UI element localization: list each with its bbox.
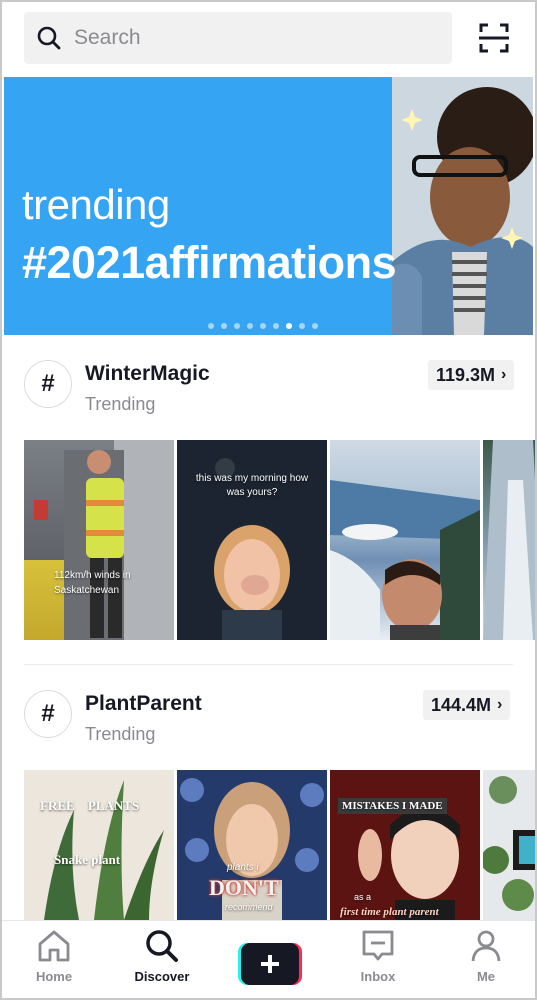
video-thumbnail[interactable] xyxy=(483,440,537,640)
video-thumbnail[interactable] xyxy=(330,440,480,640)
thumbnail-caption: Snake plant xyxy=(54,852,121,867)
carousel-dot[interactable] xyxy=(234,323,240,329)
video-thumbnail[interactable]: FREE PLANTS Snake plant xyxy=(24,770,174,920)
view-count: 144.4M xyxy=(431,694,492,715)
search-icon xyxy=(146,930,178,962)
search-input[interactable] xyxy=(74,26,394,50)
home-icon xyxy=(38,930,70,962)
video-thumbnail[interactable]: plants i DON'T recommend xyxy=(177,770,327,920)
inbox-icon xyxy=(362,930,394,961)
video-thumbnail[interactable]: MISTAKES I MADE as a first time plant pa… xyxy=(330,770,480,920)
thumbnail-caption: DON'T xyxy=(209,875,279,900)
video-thumbnail[interactable]: this was my morning how was yours? xyxy=(177,440,327,640)
chevron-right-icon: › xyxy=(497,696,503,713)
thumbnail-caption: this was my morning how was yours? xyxy=(195,473,309,498)
carousel-dot[interactable] xyxy=(221,323,227,329)
search-bar[interactable] xyxy=(24,12,452,64)
top-bar xyxy=(0,0,537,77)
search-icon xyxy=(36,25,62,51)
thumbnail-caption: plants i xyxy=(227,862,259,873)
view-count-button[interactable]: 119.3M › xyxy=(428,360,515,390)
create-button[interactable] xyxy=(238,943,302,985)
banner-subtitle: trending xyxy=(22,181,170,228)
hashtag-subtitle: Trending xyxy=(85,724,156,744)
chevron-right-icon: › xyxy=(501,366,507,383)
nav-label: Discover xyxy=(134,969,190,984)
trending-banner[interactable]: trending #2021affirmations xyxy=(4,77,533,335)
plus-icon xyxy=(238,943,302,985)
thumbnail-caption: recommend xyxy=(225,902,273,912)
thumbnail-caption: first time plant parent xyxy=(340,906,439,918)
scan-qr-icon[interactable] xyxy=(478,22,510,54)
nav-label: Inbox xyxy=(360,969,396,984)
nav-inbox[interactable]: Inbox xyxy=(338,929,418,984)
hashtag-title[interactable]: WinterMagic xyxy=(85,362,210,386)
hashtag-section-plantparent: # PlantParent Trending 144.4M › FREE PLA… xyxy=(0,666,537,920)
video-thumbnail[interactable] xyxy=(483,770,537,920)
view-count: 119.3M xyxy=(436,364,496,385)
nav-home[interactable]: Home xyxy=(14,929,94,984)
hashtag-icon: # xyxy=(24,690,72,738)
carousel-dot[interactable] xyxy=(286,323,292,329)
hashtag-section-wintermagic: # WinterMagic Trending 119.3M › 112km/h … xyxy=(0,336,537,666)
section-divider xyxy=(24,664,513,665)
carousel-dot[interactable] xyxy=(273,323,279,329)
thumbnail-caption: as a xyxy=(354,892,372,902)
bottom-navigation: Home Discover Inbox Me xyxy=(0,920,537,1000)
carousel-dot[interactable] xyxy=(312,323,318,329)
carousel-dots xyxy=(208,323,318,329)
nav-discover[interactable]: Discover xyxy=(122,929,202,984)
profile-icon xyxy=(471,930,501,962)
hashtag-icon: # xyxy=(24,360,72,408)
nav-me[interactable]: Me xyxy=(446,929,526,984)
thumbnail-caption: 112km/h winds in Saskatchewan xyxy=(54,570,131,596)
video-thumbnail[interactable]: 112km/h winds in Saskatchewan xyxy=(24,440,174,640)
carousel-dot[interactable] xyxy=(247,323,253,329)
thumbnail-caption: FREE PLANTS xyxy=(40,798,140,813)
banner-photo xyxy=(392,77,533,335)
view-count-button[interactable]: 144.4M › xyxy=(423,690,511,720)
hashtag-subtitle: Trending xyxy=(85,394,156,414)
nav-label: Home xyxy=(35,969,73,984)
hashtag-title[interactable]: PlantParent xyxy=(85,692,202,716)
banner-hashtag: #2021affirmations xyxy=(22,237,397,288)
video-thumbnails: FREE PLANTS Snake plant plants i DON'T r… xyxy=(24,770,537,920)
carousel-dot[interactable] xyxy=(208,323,214,329)
carousel-dot[interactable] xyxy=(299,323,305,329)
video-thumbnails: 112km/h winds in Saskatchewan this was m… xyxy=(24,440,537,640)
carousel-dot[interactable] xyxy=(260,323,266,329)
thumbnail-caption: MISTAKES I MADE xyxy=(338,798,447,814)
nav-label: Me xyxy=(476,969,496,984)
